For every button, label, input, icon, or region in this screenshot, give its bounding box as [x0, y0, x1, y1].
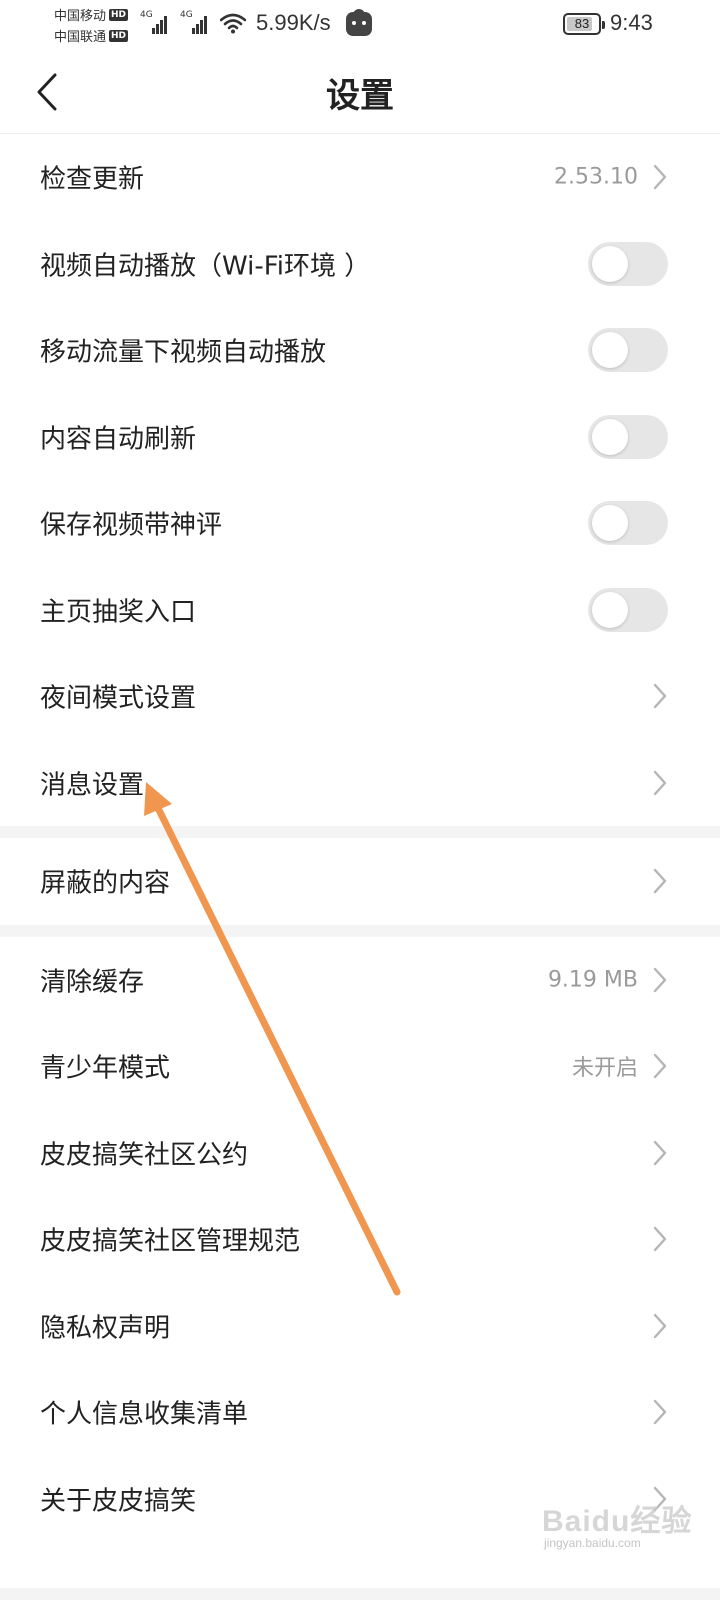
settings-row-label: 隐私权声明	[40, 1313, 171, 1344]
settings-group-about: 清除缓存 9.19 MB 青少年模式 未开启皮皮搞笑社区公约皮皮搞笑社区管理规范 隐私权…	[0, 936, 720, 1542]
settings-row-value: 2.53.10	[554, 164, 638, 190]
settings-row-label: 移动流量下视频自动播放	[40, 337, 327, 368]
settings-row-label: 消息设置	[40, 770, 145, 801]
settings-row[interactable]: 皮皮搞笑社区管理规范	[0, 1196, 720, 1283]
settings-row-value: 未开启	[571, 1056, 638, 1082]
settings-row[interactable]: 清除缓存 9.19 MB	[0, 936, 720, 1023]
hd-badge-2: HD	[109, 29, 129, 42]
bottom-divider	[0, 1588, 720, 1600]
settings-row-label: 内容自动刷新	[40, 424, 197, 455]
settings-row-label: 皮皮搞笑社区管理规范	[40, 1226, 301, 1257]
chevron-right-icon	[653, 1313, 667, 1338]
page-title: 设置	[326, 76, 394, 116]
settings-row-label: 青少年模式	[40, 1053, 171, 1084]
settings-group-blocked: 屏蔽的内容	[0, 838, 720, 925]
settings-row[interactable]: 移动流量下视频自动播放	[0, 307, 720, 394]
settings-row-label: 个人信息收集清单	[40, 1399, 249, 1430]
settings-row-label: 视频自动播放（Wi-Fi环境 ）	[40, 251, 371, 282]
toggle-knob	[592, 591, 628, 628]
network-speed: 5.99K/s	[256, 10, 331, 35]
chevron-right-icon	[653, 684, 667, 709]
chevron-right-icon	[653, 967, 667, 992]
toggle-knob	[592, 332, 628, 369]
settings-row[interactable]: 皮皮搞笑社区公约	[0, 1109, 720, 1196]
carrier-2: 中国联通	[54, 30, 107, 45]
chevron-right-icon	[653, 1227, 667, 1252]
settings-row[interactable]: 主页抽奖入口	[0, 566, 720, 653]
section-divider	[0, 924, 720, 937]
settings-row[interactable]: 屏蔽的内容	[0, 838, 720, 925]
settings-group-general: 检查更新 2.53.10 视频自动播放（Wi-Fi环境 ） 移动流量下视频自动播放 内容…	[0, 134, 720, 826]
settings-row[interactable]: 隐私权声明	[0, 1282, 720, 1369]
chevron-right-icon	[653, 869, 667, 894]
status-bar: 中国移动 HD 中国联通 HD 4G 4G 5.99K/s 83 9:43	[0, 0, 720, 50]
battery-percent: 83	[574, 16, 590, 31]
settings-row-label: 屏蔽的内容	[40, 868, 171, 899]
toggle-knob	[592, 505, 628, 542]
toggle-knob	[592, 245, 628, 282]
app-notification-icon	[346, 9, 372, 36]
watermark-brand: Baidu经验	[542, 1505, 693, 1538]
settings-row-label: 关于皮皮搞笑	[40, 1486, 197, 1517]
section-divider	[0, 826, 720, 838]
watermark-site: jingyan.baidu.com	[544, 1536, 641, 1550]
settings-row[interactable]: 检查更新 2.53.10	[0, 134, 720, 221]
top-app-bar: 设置	[0, 50, 720, 134]
settings-row[interactable]: 个人信息收集清单	[0, 1369, 720, 1456]
settings-row-label: 清除缓存	[40, 967, 145, 998]
settings-row-label: 皮皮搞笑社区公约	[40, 1140, 249, 1171]
settings-row[interactable]: 消息设置	[0, 739, 720, 826]
toggle-switch[interactable]	[588, 241, 668, 286]
battery-icon: 83	[563, 13, 605, 35]
carrier-info: 中国移动 HD 中国联通 HD	[54, 4, 138, 46]
signal-icon-2: 4G	[180, 10, 210, 36]
settings-row[interactable]: 保存视频带神评	[0, 480, 720, 567]
chevron-right-icon	[653, 770, 667, 795]
chevron-right-icon	[653, 1400, 667, 1425]
toggle-knob	[592, 418, 628, 455]
clock: 9:43	[610, 10, 653, 35]
chevron-right-icon	[653, 1054, 667, 1079]
baidu-watermark: Baidu经验 jingyan.baidu.com	[538, 1492, 708, 1562]
settings-row-label: 保存视频带神评	[40, 510, 223, 541]
settings-row-label: 主页抽奖入口	[40, 597, 197, 628]
chevron-right-icon	[653, 1140, 667, 1165]
toggle-switch[interactable]	[588, 414, 668, 459]
settings-row[interactable]: 青少年模式 未开启	[0, 1023, 720, 1110]
settings-row-label: 夜间模式设置	[40, 683, 197, 714]
chevron-right-icon	[653, 165, 667, 190]
settings-list: 检查更新 2.53.10 视频自动播放（Wi-Fi环境 ） 移动流量下视频自动播放 内容…	[0, 134, 720, 1542]
hd-badge-1: HD	[109, 8, 129, 21]
settings-row[interactable]: 夜间模式设置	[0, 653, 720, 740]
wifi-icon	[220, 13, 246, 34]
toggle-switch[interactable]	[588, 587, 668, 632]
carrier-1: 中国移动	[54, 9, 107, 24]
toggle-switch[interactable]	[588, 328, 668, 373]
toggle-switch[interactable]	[588, 501, 668, 546]
settings-row-value: 9.19 MB	[547, 967, 638, 993]
settings-row-label: 检查更新	[40, 164, 145, 195]
settings-row[interactable]: 视频自动播放（Wi-Fi环境 ）	[0, 220, 720, 307]
signal-icon-1: 4G	[140, 10, 170, 36]
settings-row[interactable]: 内容自动刷新	[0, 393, 720, 480]
